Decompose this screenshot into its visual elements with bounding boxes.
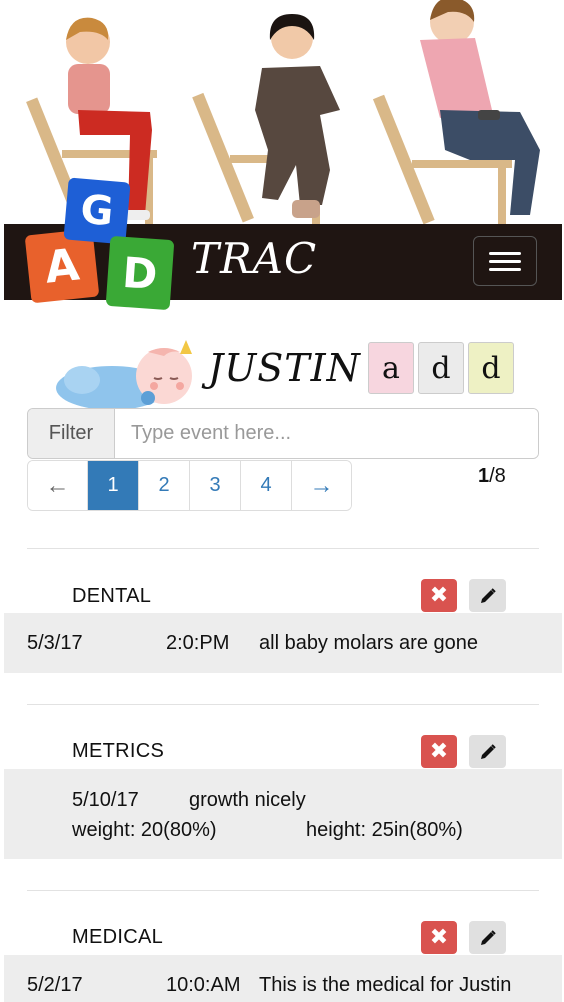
event-category: METRICS xyxy=(72,740,165,762)
event-detail: 5/2/17 10:0:AM This is the medical for J… xyxy=(4,955,562,1002)
filter-input[interactable] xyxy=(115,409,538,458)
close-icon: ✖ xyxy=(429,583,449,608)
child-name: JUSTIN xyxy=(208,346,361,390)
event-date: 5/2/17 xyxy=(27,974,83,996)
event-note: This is the medical for Justin xyxy=(259,974,512,996)
navbar: A G D TRAC xyxy=(4,177,562,311)
logo-block-d: D xyxy=(105,235,175,311)
event-height: height: 25in(80%) xyxy=(306,819,463,841)
pagination: ← 1 2 3 4 → xyxy=(27,460,352,511)
event-divider xyxy=(27,890,539,891)
event-note: growth nicely xyxy=(189,789,306,811)
page-count: 1/8 xyxy=(478,465,506,488)
menu-toggle-button[interactable] xyxy=(473,236,537,286)
event-divider xyxy=(27,704,539,705)
pencil-icon xyxy=(480,587,496,603)
hamburger-icon xyxy=(489,268,521,271)
logo-block-g: G xyxy=(63,177,131,245)
add-event-button[interactable]: a d d xyxy=(368,342,518,396)
event-category: DENTAL xyxy=(72,585,152,607)
hamburger-icon xyxy=(489,252,521,255)
add-block-a: a xyxy=(368,342,414,394)
brand-name: TRAC xyxy=(191,234,318,283)
event-divider xyxy=(27,548,539,549)
page-2-button[interactable]: 2 xyxy=(139,461,190,510)
edit-event-button[interactable] xyxy=(469,579,506,612)
event-date: 5/3/17 xyxy=(27,632,83,654)
pencil-icon xyxy=(480,743,496,759)
event-date: 5/10/17 xyxy=(72,789,139,811)
delete-event-button[interactable]: ✖ xyxy=(421,579,457,612)
prev-page-button[interactable]: ← xyxy=(28,461,88,510)
brand-logo[interactable]: A G D TRAC xyxy=(24,177,316,311)
hamburger-icon xyxy=(489,260,521,263)
event-time: 10:0:AM xyxy=(166,974,241,996)
pencil-icon xyxy=(480,929,496,945)
delete-event-button[interactable]: ✖ xyxy=(421,735,457,768)
filter-group: Filter xyxy=(27,408,539,459)
page-4-button[interactable]: 4 xyxy=(241,461,292,510)
page-3-button[interactable]: 3 xyxy=(190,461,241,510)
add-block-d2: d xyxy=(468,342,514,394)
event-weight: weight: 20(80%) xyxy=(72,819,217,841)
page-count-total: /8 xyxy=(489,465,506,487)
event-note: all baby molars are gone xyxy=(259,632,479,654)
page-count-current: 1 xyxy=(478,465,490,487)
edit-event-button[interactable] xyxy=(469,921,506,954)
edit-event-button[interactable] xyxy=(469,735,506,768)
delete-event-button[interactable]: ✖ xyxy=(421,921,457,954)
add-block-d: d xyxy=(418,342,464,394)
close-icon: ✖ xyxy=(429,739,449,764)
close-icon: ✖ xyxy=(429,925,449,950)
event-detail: 5/10/17 growth nicely weight: 20(80%) he… xyxy=(4,769,562,859)
sleeping-baby-icon xyxy=(56,340,192,410)
page-1-button[interactable]: 1 xyxy=(88,461,139,510)
filter-label: Filter xyxy=(28,409,115,458)
next-page-button[interactable]: → xyxy=(292,461,351,510)
event-category: MEDICAL xyxy=(72,926,164,948)
event-detail: 5/3/17 2:0:PM all baby molars are gone xyxy=(4,613,562,673)
event-time: 2:0:PM xyxy=(166,632,230,654)
